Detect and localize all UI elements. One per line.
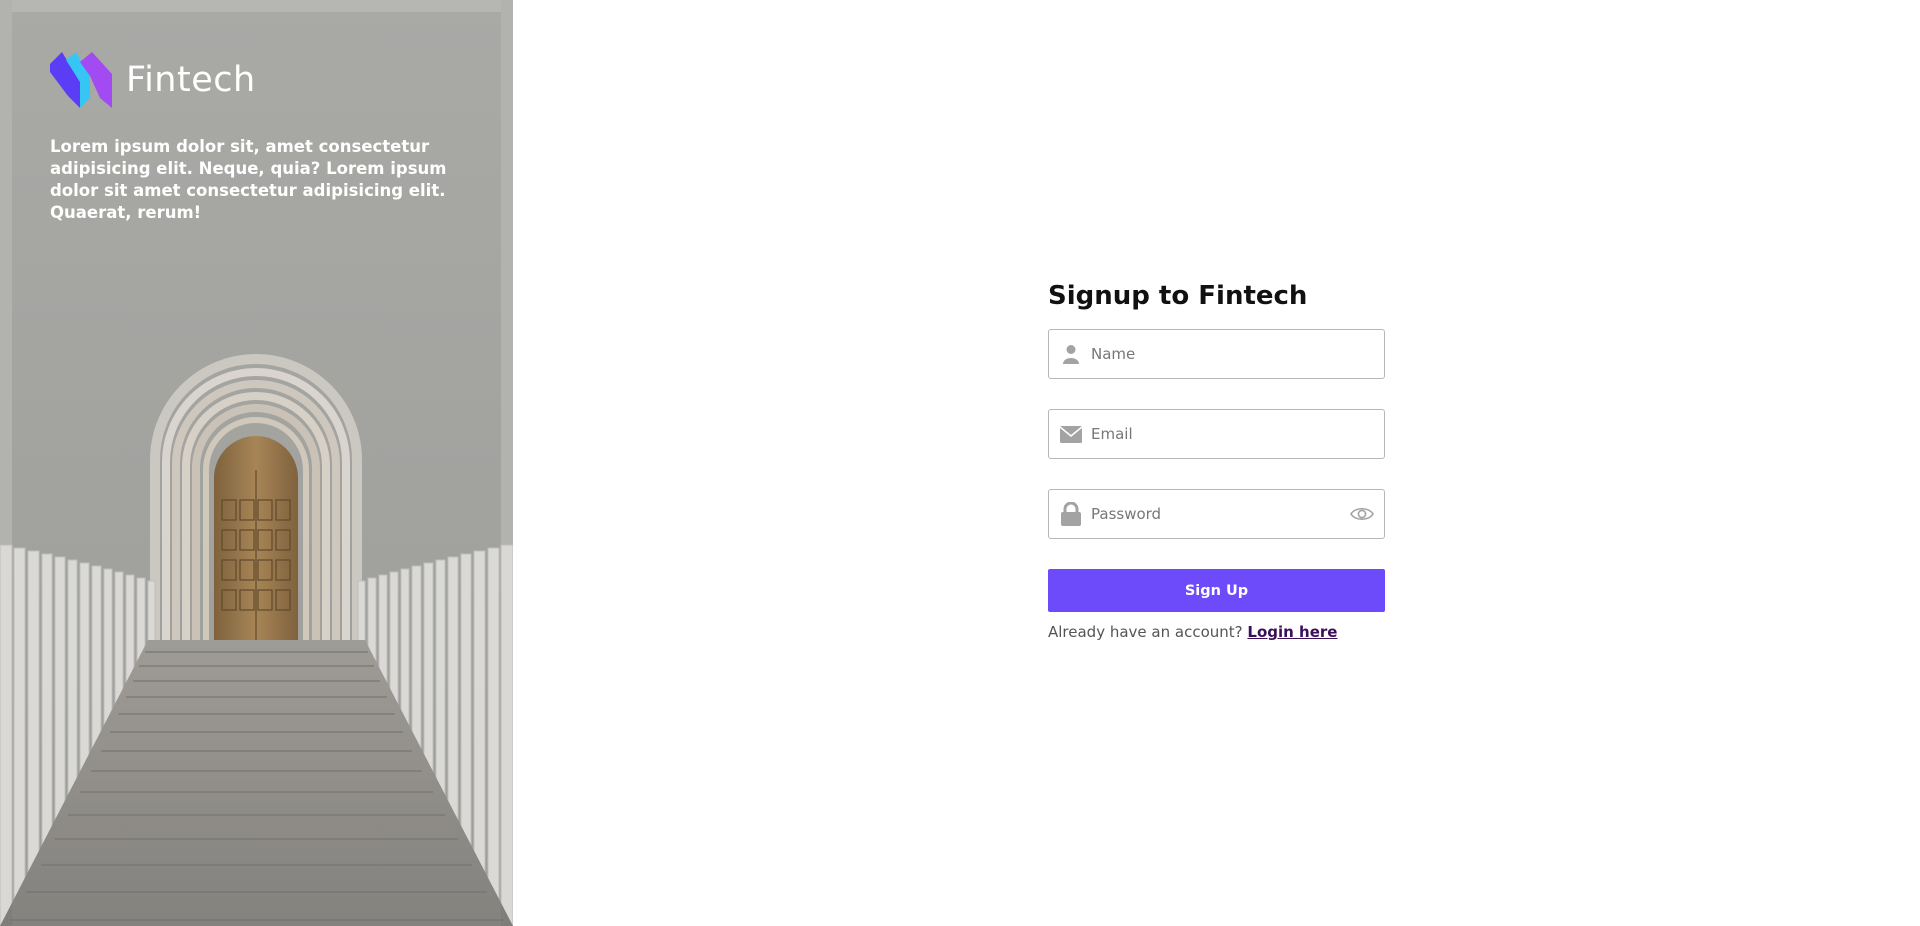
brand-name: Fintech xyxy=(126,60,256,100)
name-field[interactable] xyxy=(1048,329,1385,379)
email-field[interactable] xyxy=(1048,409,1385,459)
hero-description: Lorem ipsum dolor sit, amet consectetur … xyxy=(50,137,447,222)
form-title: Signup to Fintech xyxy=(1048,281,1308,311)
password-input[interactable] xyxy=(1083,490,1350,538)
sign-up-button[interactable]: Sign Up xyxy=(1048,569,1385,612)
login-link[interactable]: Login here xyxy=(1247,623,1337,641)
signup-form: Signup to Fintech Name Email Sign Up Alr… xyxy=(1048,278,1385,641)
fintech-logo-icon xyxy=(50,52,112,108)
envelope-icon xyxy=(1059,422,1083,446)
hero-panel: Fintech Lorem ipsum dolor sit, amet cons… xyxy=(0,0,513,926)
password-field[interactable] xyxy=(1048,489,1385,539)
name-input[interactable] xyxy=(1083,330,1384,378)
email-input[interactable] xyxy=(1083,410,1384,458)
login-prompt-line: Already have an account? Login here xyxy=(1048,623,1385,641)
lock-icon xyxy=(1059,502,1083,526)
brand: Fintech xyxy=(50,52,256,108)
signup-page: Fintech Lorem ipsum dolor sit, amet cons… xyxy=(0,0,1920,926)
eye-icon[interactable] xyxy=(1350,502,1374,526)
login-prompt-text: Already have an account? xyxy=(1048,623,1243,641)
user-icon xyxy=(1059,342,1083,366)
